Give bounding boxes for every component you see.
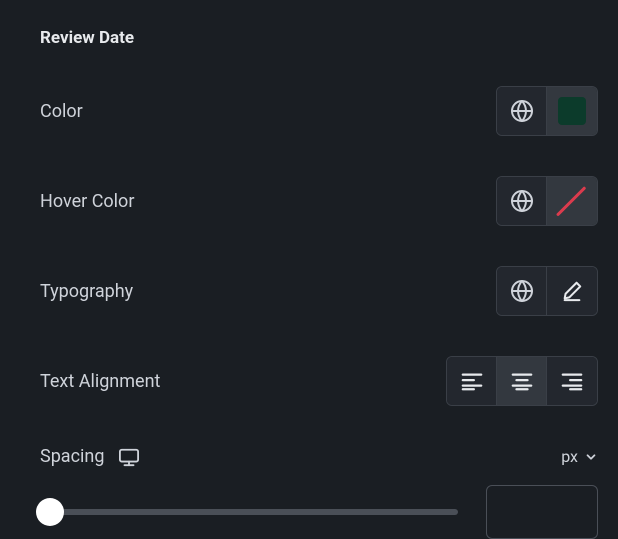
globe-icon	[510, 189, 534, 213]
align-right-button[interactable]	[547, 357, 597, 405]
label-hover-color: Hover Color	[40, 191, 134, 212]
label-color: Color	[40, 101, 83, 122]
align-right-icon	[561, 371, 583, 391]
align-center-icon	[511, 371, 533, 391]
label-alignment: Text Alignment	[40, 371, 160, 392]
desktop-icon[interactable]	[118, 447, 140, 467]
globe-icon	[510, 99, 534, 123]
hover-color-swatch-button[interactable]	[547, 177, 597, 225]
spacing-value-input[interactable]	[486, 485, 598, 539]
hover-color-control-group	[496, 176, 598, 226]
unit-text: px	[561, 447, 578, 466]
spacing-label-text: Spacing	[40, 446, 104, 467]
edit-typography-button[interactable]	[547, 267, 597, 315]
spacing-slider-row	[40, 485, 598, 539]
color-control-group	[496, 86, 598, 136]
globe-icon	[510, 279, 534, 303]
chevron-down-icon	[584, 450, 598, 464]
label-spacing: Spacing	[40, 446, 140, 467]
typography-control-group	[496, 266, 598, 316]
global-hover-color-button[interactable]	[497, 177, 547, 225]
color-swatch	[558, 97, 586, 125]
pencil-icon	[561, 280, 583, 302]
row-color: Color	[40, 86, 598, 136]
global-typography-button[interactable]	[497, 267, 547, 315]
spacing-slider[interactable]	[40, 509, 458, 515]
unit-selector[interactable]: px	[561, 447, 598, 466]
section-title: Review Date	[40, 28, 598, 48]
align-center-button[interactable]	[497, 357, 547, 405]
row-hover-color: Hover Color	[40, 176, 598, 226]
no-color-icon	[555, 184, 589, 218]
row-typography: Typography	[40, 266, 598, 316]
alignment-group	[446, 356, 598, 406]
color-swatch-button[interactable]	[547, 87, 597, 135]
row-alignment: Text Alignment	[40, 356, 598, 406]
global-color-button[interactable]	[497, 87, 547, 135]
align-left-button[interactable]	[447, 357, 497, 405]
label-typography: Typography	[40, 281, 133, 302]
spacing-slider-thumb[interactable]	[36, 498, 64, 526]
row-spacing: Spacing px	[40, 446, 598, 467]
align-left-icon	[461, 371, 483, 391]
